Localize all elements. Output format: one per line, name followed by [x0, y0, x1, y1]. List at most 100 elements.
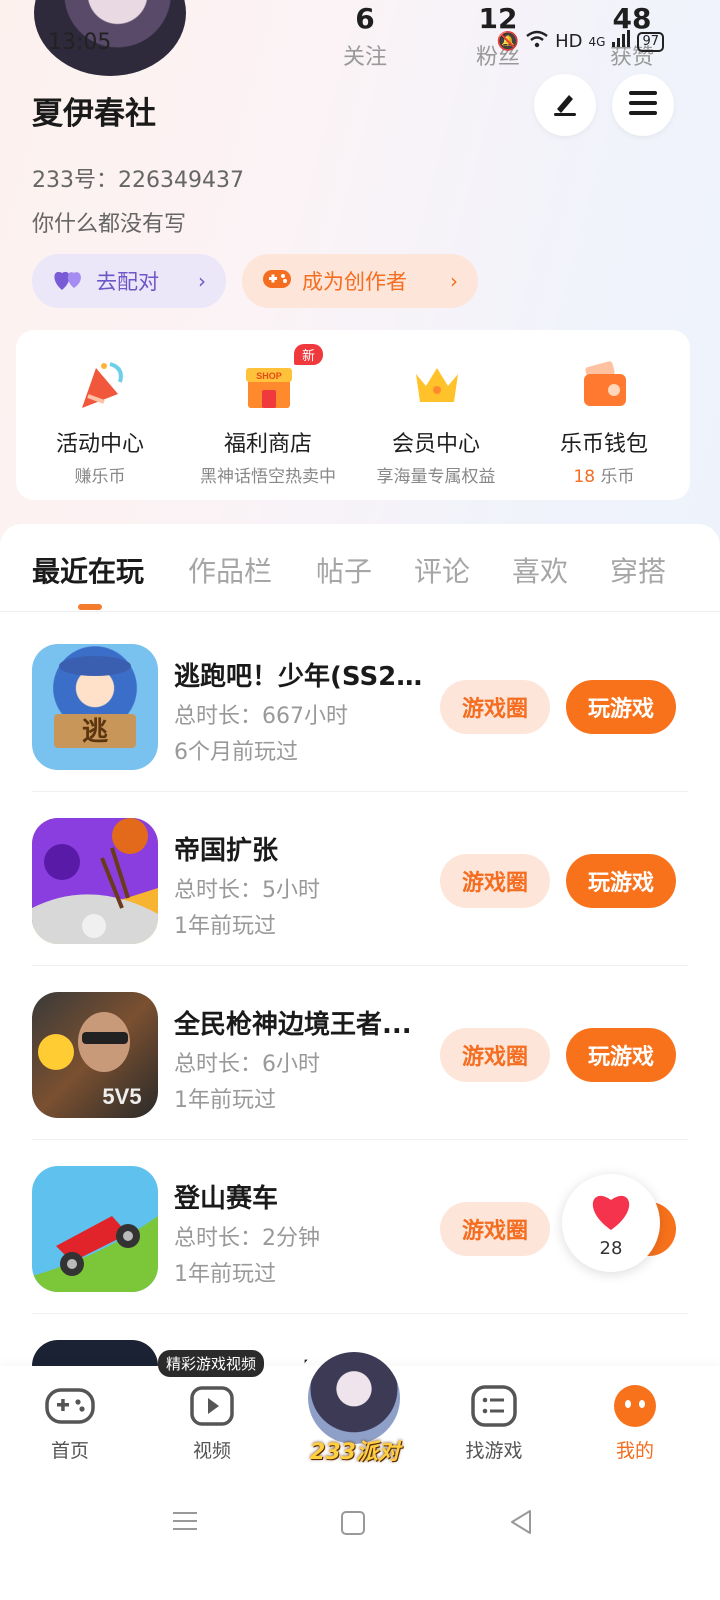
- nav-label: 找游戏: [465, 1440, 523, 1462]
- user-id: 233号：226349437: [32, 168, 244, 193]
- svg-text:5V5: 5V5: [102, 1084, 141, 1109]
- quick-link-subtitle: 18 乐币: [520, 462, 688, 487]
- game-name: 逃跑吧！少年(SS2...: [174, 662, 424, 692]
- status-bar: 13:05 🔕 HD 4G 97: [0, 28, 720, 68]
- creator-label: 成为创作者: [302, 270, 407, 294]
- quick-link-title: 会员中心: [391, 432, 480, 457]
- status-icons: 🔕 HD 4G 97: [497, 30, 664, 53]
- network-type: HD: [555, 31, 583, 52]
- game-icon-escape[interactable]: 逃: [32, 644, 158, 770]
- quick-link-subtitle: 赚乐币: [74, 467, 126, 487]
- coin-balance: 18: [573, 467, 596, 487]
- profile-name: 夏伊春社: [32, 96, 156, 132]
- video-play-icon: [190, 1386, 234, 1426]
- signal-label: 4G: [588, 34, 606, 49]
- user-bio: 你什么都没有写: [32, 212, 187, 237]
- game-row[interactable]: 5V5 全民枪神边境王者... 总时长：6小时 1年前玩过 游戏圈 玩游戏: [32, 966, 688, 1140]
- game-name: 登山赛车: [174, 1184, 279, 1214]
- game-playtime: 总时长：5小时: [174, 878, 320, 903]
- game-row[interactable]: 逃 逃跑吧！少年(SS2... 总时长：667小时 6个月前玩过 游戏圈 玩游戏: [32, 618, 688, 792]
- floating-like-button[interactable]: 28: [562, 1174, 660, 1272]
- quick-link-welfare-shop[interactable]: SHOP 新 福利商店 黑神话悟空热卖中: [184, 330, 352, 500]
- crown-icon: [416, 368, 458, 402]
- nav-label: 视频: [192, 1440, 231, 1462]
- play-game-button[interactable]: 玩游戏: [566, 854, 676, 908]
- game-circle-button[interactable]: 游戏圈: [440, 680, 550, 734]
- tab-comments[interactable]: 评论: [414, 550, 470, 590]
- quick-link-title: 乐币钱包: [559, 432, 648, 457]
- quick-link-activity-center[interactable]: 活动中心 赚乐币: [16, 330, 184, 500]
- heart-icon: [588, 1190, 634, 1236]
- edit-icon: [549, 87, 581, 123]
- quick-link-subtitle: 享海量专属权益: [376, 467, 496, 487]
- list-icon: [471, 1385, 517, 1427]
- gamepad-icon: [45, 1388, 95, 1424]
- party-popper-icon: [82, 362, 123, 408]
- active-tab-indicator: [78, 604, 102, 610]
- game-row[interactable]: 帝国扩张 总时长：5小时 1年前玩过 游戏圈 玩游戏: [32, 792, 688, 966]
- wifi-icon: [525, 30, 549, 53]
- game-playtime: 总时长：667小时: [174, 704, 348, 729]
- game-name: 全民枪神边境王者...: [174, 1010, 412, 1040]
- nav-video[interactable]: 视频: [152, 1384, 272, 1463]
- tab-posts[interactable]: 帖子: [316, 550, 372, 590]
- svg-text:SHOP: SHOP: [256, 371, 282, 381]
- recent-apps-icon[interactable]: [172, 1508, 198, 1534]
- party-avatar[interactable]: [308, 1352, 400, 1444]
- tab-recently-played[interactable]: 最近在玩: [32, 550, 144, 590]
- mute-icon: 🔕: [496, 31, 520, 52]
- new-badge: 新: [294, 344, 324, 365]
- quick-link-wallet[interactable]: 乐币钱包 18 乐币: [520, 330, 688, 500]
- wallet-icon: [584, 361, 626, 406]
- tab-likes[interactable]: 喜欢: [512, 550, 568, 590]
- game-icon-empire[interactable]: [32, 818, 158, 944]
- game-icon-hill-climb[interactable]: [32, 1166, 158, 1292]
- nav-label: 首页: [50, 1440, 89, 1462]
- quick-links-card: 活动中心 赚乐币 SHOP 新 福利商店 黑神话悟空热卖中 会员中心 享海量专属…: [16, 330, 690, 500]
- game-circle-button[interactable]: 游戏圈: [440, 1028, 550, 1082]
- nav-label: 我的: [615, 1440, 654, 1462]
- edit-profile-button[interactable]: [534, 74, 596, 136]
- coin-unit: 乐币: [600, 467, 635, 487]
- game-name: 帝国扩张: [174, 836, 279, 866]
- game-circle-button[interactable]: 游戏圈: [440, 1202, 550, 1256]
- tab-outfits[interactable]: 穿搭: [610, 550, 666, 590]
- gamepad-icon: [262, 267, 292, 296]
- party-brand-label[interactable]: 233派对: [300, 1434, 410, 1466]
- game-last-played: 1年前玩过: [174, 1088, 276, 1113]
- game-playtime: 总时长：2分钟: [174, 1226, 320, 1251]
- play-game-button[interactable]: 玩游戏: [566, 1028, 676, 1082]
- quick-link-subtitle: 黑神话悟空热卖中: [200, 467, 336, 487]
- menu-button[interactable]: [612, 74, 674, 136]
- chevron-right-icon: ›: [450, 269, 458, 293]
- game-icon-shooter[interactable]: 5V5: [32, 992, 158, 1118]
- nav-home[interactable]: 首页: [10, 1384, 130, 1463]
- quick-link-title: 福利商店: [223, 432, 312, 457]
- game-last-played: 1年前玩过: [174, 1262, 276, 1287]
- shop-icon: SHOP: [246, 368, 292, 408]
- home-button-icon[interactable]: [340, 1510, 366, 1536]
- profile-face-icon: [614, 1385, 656, 1427]
- status-time: 13:05: [48, 30, 112, 55]
- game-circle-button[interactable]: 游戏圈: [440, 854, 550, 908]
- match-button[interactable]: 去配对 ›: [32, 254, 226, 308]
- battery-icon: 97: [637, 31, 664, 52]
- play-game-button[interactable]: 玩游戏: [566, 680, 676, 734]
- like-count: 28: [599, 1238, 623, 1259]
- tab-works[interactable]: 作品栏: [188, 550, 272, 590]
- quick-link-vip-center[interactable]: 会员中心 享海量专属权益: [352, 330, 520, 500]
- game-playtime: 总时长：6小时: [174, 1052, 320, 1077]
- signal-icon: [611, 30, 631, 53]
- svg-text:逃: 逃: [82, 717, 108, 747]
- video-tooltip: 精彩游戏视频: [158, 1350, 265, 1377]
- back-icon[interactable]: [508, 1508, 534, 1536]
- chevron-right-icon: ›: [198, 269, 206, 293]
- nav-mine[interactable]: 我的: [575, 1384, 695, 1463]
- profile-tabs: 最近在玩 作品栏 帖子 评论 喜欢 穿搭: [0, 524, 720, 612]
- menu-icon: [627, 89, 659, 121]
- hearts-icon: [52, 266, 86, 297]
- nav-find-games[interactable]: 找游戏: [434, 1384, 554, 1463]
- match-label: 去配对: [96, 270, 159, 294]
- become-creator-button[interactable]: 成为创作者 ›: [242, 254, 478, 308]
- quick-link-title: 活动中心: [55, 432, 144, 457]
